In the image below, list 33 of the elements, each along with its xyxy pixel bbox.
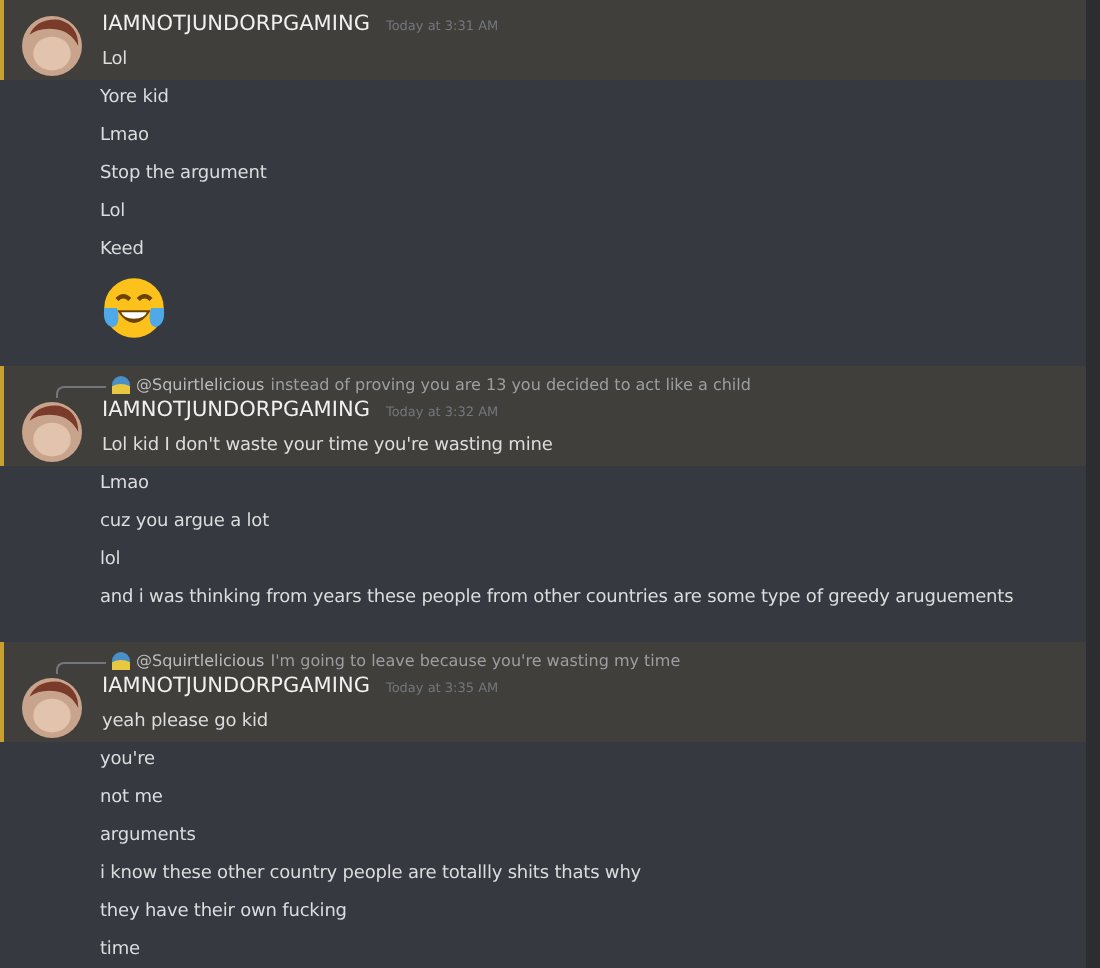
avatar-icon	[112, 376, 130, 394]
message-text: Lmao	[98, 472, 151, 498]
username[interactable]: IAMNOTJUNDORPGAMING	[102, 674, 370, 698]
reply-connector	[56, 385, 106, 397]
message-text: Lol	[98, 200, 128, 226]
message-text: time	[98, 938, 142, 964]
avatar-icon[interactable]	[22, 16, 82, 76]
username[interactable]: IAMNOTJUNDORPGAMING	[102, 398, 370, 422]
message-text: yeah please go kid	[102, 710, 271, 736]
avatar-icon[interactable]	[22, 678, 82, 738]
reply-text: I'm going to leave because you're wasting my time	[270, 652, 681, 670]
message-text: Stop the argument	[98, 162, 269, 188]
message-text: Lol	[102, 48, 130, 74]
username[interactable]: IAMNOTJUNDORPGAMING	[102, 12, 370, 36]
message-text: not me	[98, 786, 165, 812]
reply-mention: @Squirtlelicious	[136, 376, 265, 394]
message-text: arguments	[98, 824, 198, 850]
message-text: you're	[98, 748, 157, 774]
message-text: i know these other country people are totallly shits thats why	[98, 862, 644, 888]
message-text: Lol kid I don't waste your time you're wasting mine	[102, 434, 555, 460]
avatar-icon[interactable]	[22, 402, 82, 462]
message-text: Lmao	[98, 124, 151, 150]
message-text: lol	[98, 548, 123, 574]
message-text: they have their own fucking	[98, 900, 349, 926]
message-text: cuz you argue a lot	[98, 510, 272, 536]
avatar-icon	[112, 652, 130, 670]
message-text: Yore kid	[98, 86, 171, 112]
reply-mention: @Squirtlelicious	[136, 652, 265, 670]
message-text: and i was thinking from years these people from other countries are some type of greedy aruguements	[98, 586, 1016, 612]
laughing-emoji-icon	[100, 274, 168, 342]
reply-text: instead of proving you are 13 you decided to act like a child	[270, 376, 751, 394]
message-text: Keed	[98, 238, 146, 264]
reply-connector	[56, 661, 106, 673]
